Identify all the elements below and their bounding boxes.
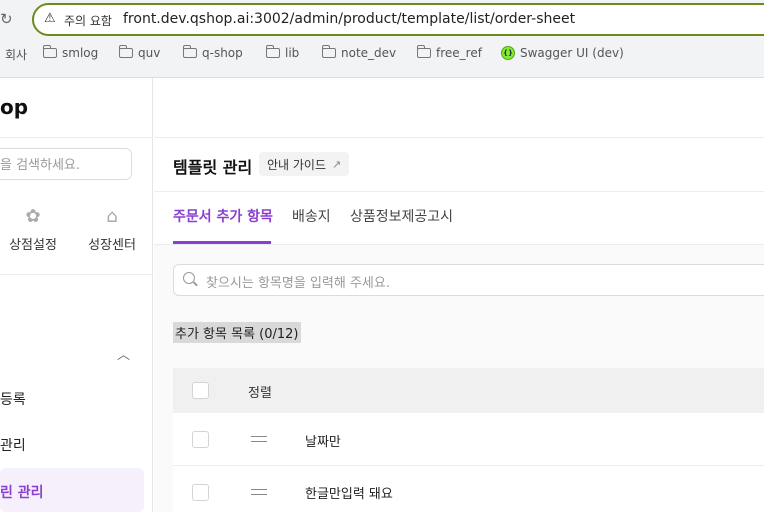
- bookmarks-bar: 회사 smlog quv q-shop lib note_dev free_re…: [0, 45, 764, 68]
- url-text[interactable]: front.dev.qshop.ai:3002/admin/product/te…: [123, 11, 575, 27]
- sidebar-item-template-manage[interactable]: 린 관리: [0, 482, 44, 502]
- warning-icon[interactable]: ⚠: [44, 11, 56, 26]
- guide-button-label: 안내 가이드: [267, 157, 327, 172]
- divider: [154, 137, 764, 138]
- tab-shipping[interactable]: 배송지: [292, 206, 331, 226]
- drag-handle-icon[interactable]: [251, 436, 267, 442]
- bookmark-quv[interactable]: quv: [119, 45, 161, 60]
- bookmark-smlog[interactable]: smlog: [43, 45, 99, 60]
- external-link-icon: ↗: [332, 157, 342, 171]
- bookmark-company[interactable]: 회사: [5, 46, 27, 63]
- quick-store-settings[interactable]: ✿ 상점설정: [0, 206, 66, 253]
- quick-label: 성장센터: [88, 238, 136, 253]
- swagger-icon: {}: [501, 46, 515, 60]
- list-count: 추가 항목 목록 (0/12): [173, 322, 301, 343]
- divider: [154, 191, 764, 192]
- tab-product-info[interactable]: 상품정보제공고시: [350, 206, 453, 226]
- main-content: 템플릿 관리 안내 가이드 ↗ 주문서 추가 항목 배송지 상품정보제공고시 찾…: [154, 78, 764, 512]
- growth-icon: ⌂: [106, 206, 118, 227]
- tab-order-sheet-items[interactable]: 주문서 추가 항목: [173, 206, 273, 226]
- logo[interactable]: op: [0, 95, 28, 119]
- chevron-up-icon[interactable]: ︿: [117, 344, 130, 363]
- search-icon: [183, 272, 195, 284]
- gear-icon: ✿: [25, 206, 41, 227]
- address-bar[interactable]: ⚠ 주의 요함 front.dev.qshop.ai:3002/admin/pr…: [32, 3, 764, 36]
- bookmark-label: free_ref: [436, 46, 482, 60]
- guide-button[interactable]: 안내 가이드 ↗: [259, 152, 350, 176]
- item-search-input[interactable]: 찾으시는 항목명을 입력해 주세요.: [173, 264, 764, 296]
- quick-growth-center[interactable]: ⌂ 성장센터: [79, 206, 145, 253]
- bookmark-lib[interactable]: lib: [266, 45, 300, 60]
- bookmark-label: 회사: [5, 48, 28, 62]
- folder-icon: [43, 45, 57, 58]
- bookmark-label: note_dev: [341, 46, 397, 60]
- search-placeholder: 찾으시는 항목명을 입력해 주세요.: [206, 276, 390, 291]
- page-title: 템플릿 관리: [173, 158, 253, 177]
- divider: [0, 137, 153, 138]
- bookmark-free-ref[interactable]: free_ref: [417, 45, 482, 60]
- folder-icon: [183, 45, 197, 58]
- table-row: 날짜만: [173, 413, 764, 466]
- select-all-checkbox[interactable]: [192, 382, 209, 399]
- row-name[interactable]: 날짜만: [305, 431, 341, 450]
- bookmark-label: lib: [285, 46, 300, 60]
- table-header: 정렬: [173, 368, 764, 413]
- header-sort: 정렬: [248, 386, 272, 401]
- quick-label: 상점설정: [9, 238, 57, 253]
- bookmark-note-dev[interactable]: note_dev: [322, 45, 397, 60]
- folder-icon: [119, 45, 133, 58]
- sidebar: op 을 검색하세요. ✿ 상점설정 ⌂ 성장센터 ︿ 등록 관리 린 관리: [0, 78, 153, 512]
- sidebar-search-placeholder: 을 검색하세요.: [0, 158, 81, 173]
- browser-chrome: ↻ ⚠ 주의 요함 front.dev.qshop.ai:3002/admin/…: [0, 0, 764, 78]
- drag-handle-icon[interactable]: [251, 489, 267, 495]
- sidebar-item-register[interactable]: 등록: [0, 389, 26, 409]
- bookmark-label: Swagger UI (dev): [520, 46, 624, 60]
- folder-icon: [266, 45, 280, 58]
- row-checkbox[interactable]: [192, 431, 209, 448]
- folder-icon: [417, 45, 431, 58]
- sidebar-item-manage[interactable]: 관리: [0, 435, 26, 455]
- divider: [0, 274, 153, 275]
- bookmark-label: q-shop: [202, 46, 243, 60]
- bookmark-swagger[interactable]: {} Swagger UI (dev): [501, 46, 624, 60]
- bookmark-q-shop[interactable]: q-shop: [183, 45, 243, 60]
- app-root: ↻ ⚠ 주의 요함 front.dev.qshop.ai:3002/admin/…: [0, 0, 764, 512]
- table-row: 한글만입력 돼요: [173, 466, 764, 512]
- bookmark-label: smlog: [62, 46, 99, 60]
- security-label[interactable]: 주의 요함: [64, 12, 112, 29]
- row-checkbox[interactable]: [192, 484, 209, 501]
- reload-icon[interactable]: ↻: [0, 10, 14, 28]
- bookmark-label: quv: [138, 46, 161, 60]
- folder-icon: [322, 45, 336, 58]
- row-name[interactable]: 한글만입력 돼요: [305, 483, 393, 502]
